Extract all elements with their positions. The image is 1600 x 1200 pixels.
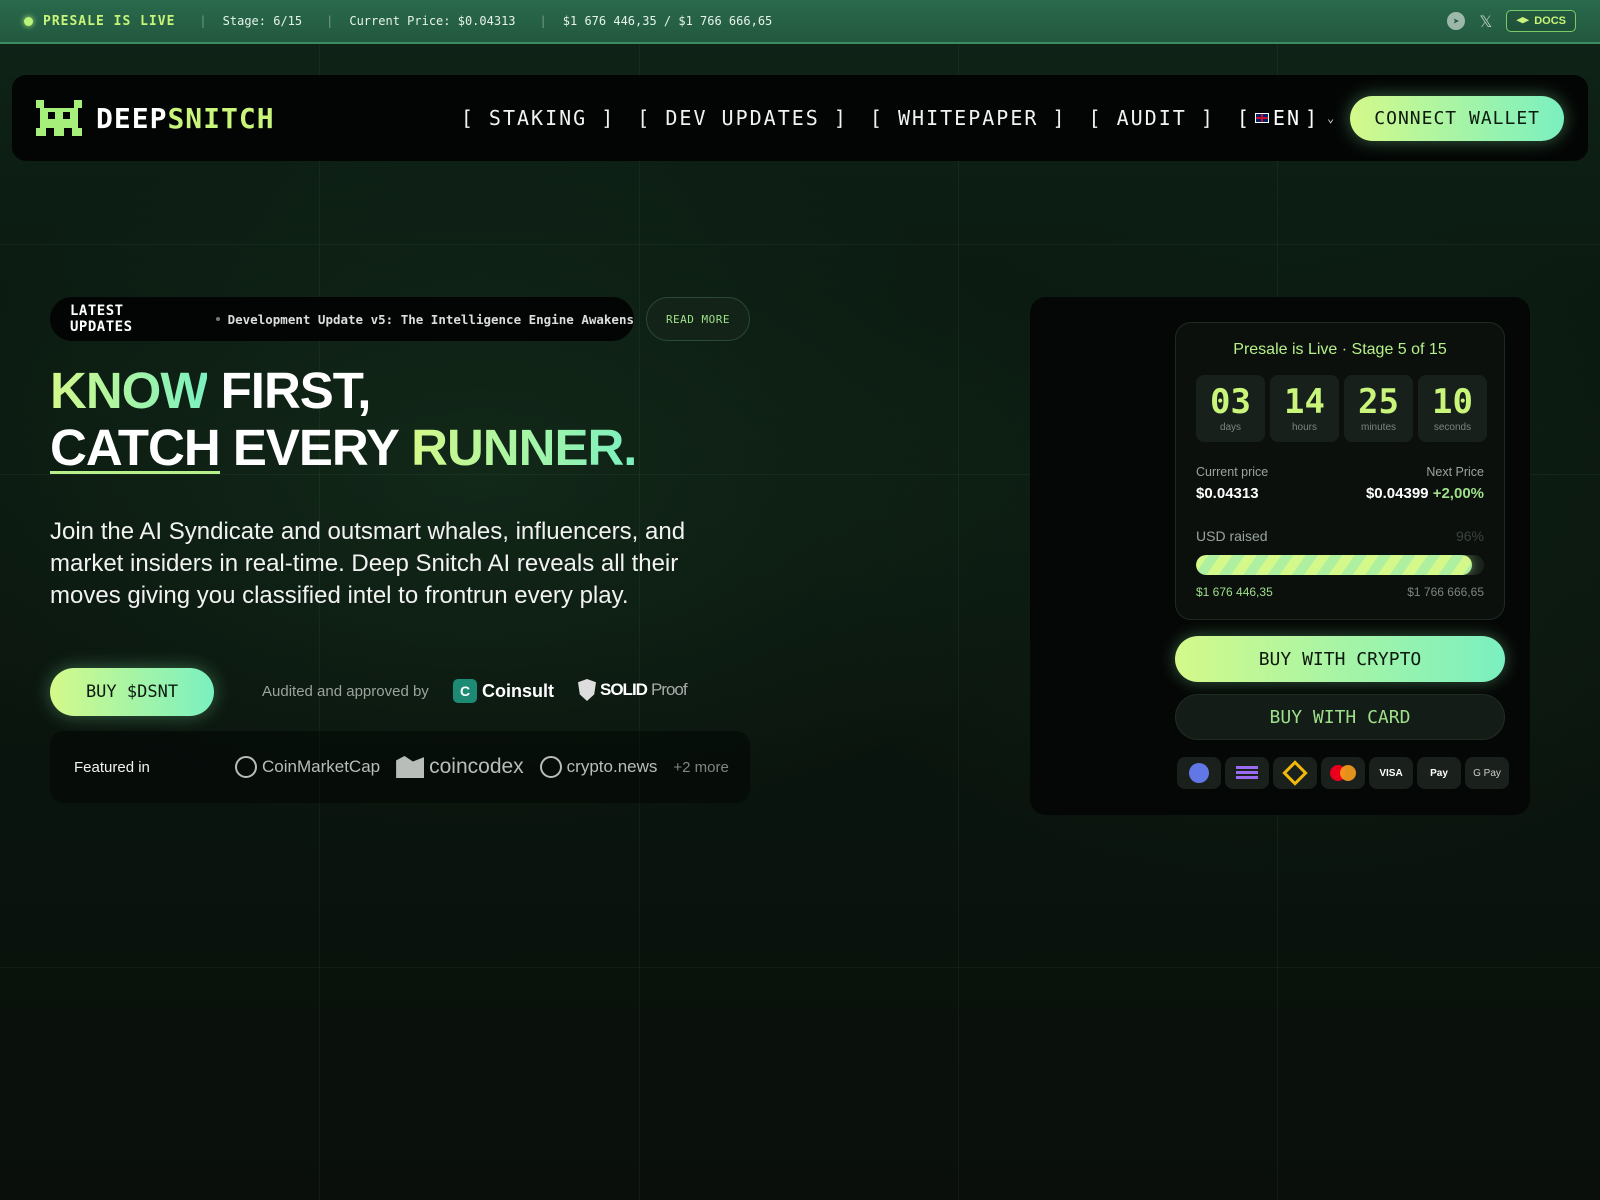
current-price-text: Current Price: $0.04313 bbox=[349, 14, 516, 28]
x-icon[interactable]: 𝕏 bbox=[1479, 12, 1492, 31]
language-selector[interactable]: [ EN ] ⌄ bbox=[1237, 106, 1336, 130]
coinmarketcap-logo[interactable]: CoinMarketCap bbox=[235, 756, 380, 778]
buy-with-card-button[interactable]: BUY WITH CARD bbox=[1175, 694, 1505, 740]
countdown-seconds: 10 seconds bbox=[1418, 375, 1487, 442]
mastercard-icon[interactable] bbox=[1321, 757, 1365, 789]
graduation-cap-icon bbox=[1516, 17, 1530, 24]
current-price-label: Current price bbox=[1196, 465, 1269, 479]
bnb-icon[interactable] bbox=[1273, 757, 1317, 789]
logo-text: DEEPSNITCH bbox=[96, 101, 275, 135]
nav-dev-updates[interactable]: [ DEV UPDATES ] bbox=[637, 106, 848, 130]
next-price-change: +2,00% bbox=[1432, 485, 1484, 502]
coinsult-logo[interactable]: C Coinsult bbox=[453, 679, 554, 703]
hero-headline: KNOW FIRST, CATCH EVERY RUNNER. bbox=[50, 362, 637, 476]
visa-icon[interactable]: VISA bbox=[1369, 757, 1413, 789]
countdown-timer: 03 days 14 hours 25 minutes 10 seconds bbox=[1196, 375, 1487, 442]
raised-amount: $1 676 446,35 bbox=[1196, 585, 1273, 599]
docs-button[interactable]: DOCS bbox=[1506, 10, 1576, 32]
buy-with-crypto-button[interactable]: BUY WITH CRYPTO bbox=[1175, 636, 1505, 682]
pixel-creature-logo-icon bbox=[36, 100, 82, 136]
shield-icon bbox=[578, 679, 596, 701]
raised-text: $1 676 446,35 / $1 766 666,65 bbox=[562, 14, 773, 28]
read-more-button[interactable]: READ MORE bbox=[646, 297, 750, 341]
grid-line bbox=[319, 44, 320, 1200]
more-featured-link[interactable]: +2 more bbox=[673, 759, 728, 776]
coincodex-icon bbox=[396, 756, 425, 778]
presale-title: Presale is Live · Stage 5 of 15 bbox=[1233, 341, 1447, 358]
cryptonews-logo[interactable]: crypto.news bbox=[539, 756, 657, 778]
usd-raised-label: USD raised bbox=[1196, 528, 1268, 544]
countdown-minutes: 25 minutes bbox=[1344, 375, 1413, 442]
live-indicator-dot bbox=[24, 16, 33, 26]
latest-updates-label: LATEST UPDATES bbox=[70, 303, 133, 335]
presale-card: Presale is Live · Stage 5 of 15 03 days 1… bbox=[1175, 322, 1505, 620]
target-amount: $1 766 666,65 bbox=[1407, 585, 1484, 599]
main-navbar: DEEPSNITCH [ STAKING ] [ DEV UPDATES ] [… bbox=[12, 75, 1588, 161]
coinsult-icon: C bbox=[453, 679, 477, 703]
buy-dsnt-button[interactable]: BUY $DSNT bbox=[50, 668, 214, 716]
countdown-hours: 14 hours bbox=[1270, 375, 1339, 442]
uk-flag-icon bbox=[1254, 113, 1269, 123]
coinmarketcap-icon bbox=[235, 756, 257, 778]
current-price-value: $0.04313 bbox=[1196, 485, 1259, 502]
telegram-icon[interactable]: ➤ bbox=[1447, 12, 1466, 30]
language-label: EN bbox=[1272, 106, 1301, 130]
ethereum-icon[interactable] bbox=[1177, 757, 1221, 789]
payment-methods: VISA Pay G Pay bbox=[1177, 757, 1509, 789]
cryptonews-icon bbox=[539, 756, 562, 778]
grid-line bbox=[0, 244, 1600, 245]
presale-ticker-bar: PRESALE IS LIVE | Stage: 6/15 | Current … bbox=[0, 0, 1600, 44]
audited-label: Audited and approved by bbox=[262, 683, 429, 700]
hero-subtext: Join the AI Syndicate and outsmart whale… bbox=[50, 518, 686, 609]
featured-in-bar: Featured in CoinMarketCap coincodex cryp… bbox=[50, 731, 750, 803]
countdown-days: 03 days bbox=[1196, 375, 1265, 442]
connect-wallet-button[interactable]: CONNECT WALLET bbox=[1350, 95, 1564, 141]
next-price-label: Next Price bbox=[1426, 465, 1484, 479]
grid-line bbox=[958, 44, 959, 1200]
solidproof-logo[interactable]: SOLID Proof bbox=[578, 679, 688, 701]
raised-percent: 96% bbox=[1455, 528, 1484, 544]
stage-text: Stage: 6/15 bbox=[222, 14, 303, 28]
google-pay-icon[interactable]: G Pay bbox=[1465, 757, 1509, 789]
coincodex-logo[interactable]: coincodex bbox=[396, 755, 524, 779]
grid-line bbox=[639, 44, 640, 1200]
latest-update-message[interactable]: Development Update v5: The Intelligence … bbox=[228, 312, 634, 327]
chevron-down-icon: ⌄ bbox=[1327, 111, 1337, 125]
nav-whitepaper[interactable]: [ WHITEPAPER ] bbox=[870, 106, 1067, 130]
raise-progress-bar bbox=[1196, 555, 1484, 575]
next-price-value: $0.04399 bbox=[1365, 485, 1429, 502]
docs-label: DOCS bbox=[1534, 15, 1566, 27]
nav-staking[interactable]: [ STAKING ] bbox=[461, 106, 615, 130]
solana-icon[interactable] bbox=[1225, 757, 1269, 789]
logo[interactable]: DEEPSNITCH bbox=[36, 100, 275, 136]
latest-updates-bar: LATEST UPDATES Development Update v5: Th… bbox=[50, 297, 634, 341]
grid-line bbox=[0, 967, 1600, 968]
apple-pay-icon[interactable]: Pay bbox=[1417, 757, 1461, 789]
presale-live-label: PRESALE IS LIVE bbox=[43, 13, 176, 29]
nav-audit[interactable]: [ AUDIT ] bbox=[1088, 106, 1214, 130]
featured-label: Featured in bbox=[74, 758, 150, 776]
